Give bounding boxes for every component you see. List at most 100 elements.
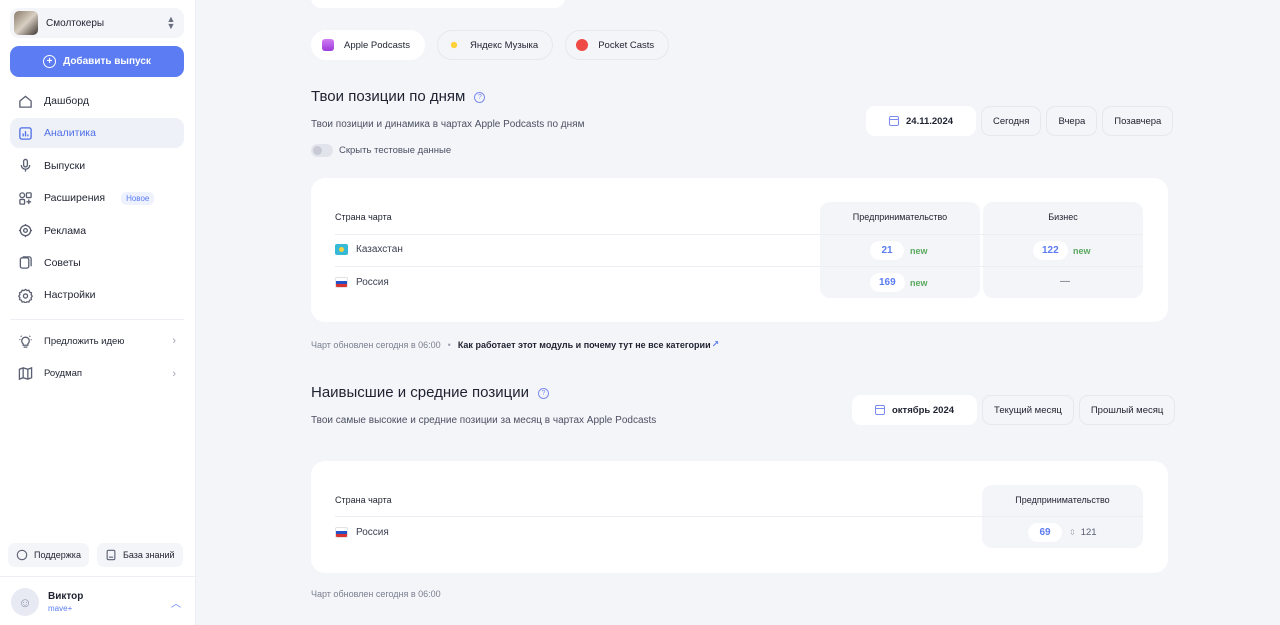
new-badge: Новое — [121, 191, 155, 205]
monthly-date-controls: октябрь 2024 Текущий месяц Прошлый месяц — [852, 395, 1176, 425]
tab-yandex-music[interactable]: Яндекс Музыка — [437, 30, 554, 60]
user-name: Виктор — [48, 591, 84, 602]
avatar: ☺ — [11, 588, 39, 616]
entrepreneurship-header: Предпринимательство — [852, 212, 948, 222]
previous-month-button[interactable]: Прошлый месяц — [1078, 395, 1176, 425]
average-icon: ⇳ — [1069, 528, 1076, 537]
country-name: Россия — [356, 277, 389, 288]
hide-test-data-toggle[interactable] — [311, 144, 333, 157]
today-button[interactable]: Сегодня — [981, 106, 1042, 136]
lightbulb-icon — [18, 334, 33, 349]
country-header: Страна чарта — [335, 212, 392, 222]
table-row-country: Россия — [335, 277, 389, 288]
home-icon — [18, 94, 33, 109]
target-icon — [18, 223, 33, 238]
daily-positions-subtitle: Твои позиции и динамика в чартах Apple P… — [311, 119, 585, 130]
user-menu[interactable]: ☺ Виктор mave+ — [11, 588, 83, 616]
sidebar-item-ads[interactable]: Реклама — [10, 216, 184, 246]
microphone-icon — [18, 158, 33, 173]
updated-text: Чарт обновлен сегодня в 06:00 — [311, 589, 441, 599]
sidebar-item-episodes[interactable]: Выпуски — [10, 151, 184, 181]
empty-value: — — [1060, 276, 1070, 287]
yesterday-button[interactable]: Вчера — [1046, 106, 1098, 136]
average-value: 121 — [1080, 527, 1097, 538]
position-value: 169 — [870, 273, 905, 292]
sidebar-item-suggest-idea[interactable]: Предложить идею › — [10, 326, 184, 356]
knowledge-base-label: База знаний — [122, 550, 175, 560]
monthly-title-text: Наивысшие и средние позиции — [311, 384, 529, 401]
separator-dot: • — [447, 339, 451, 350]
sidebar: Смолтокеры ▲ ▼ + Добавить выпуск Дашборд … — [0, 0, 196, 625]
support-label: Поддержка — [34, 550, 81, 560]
new-tag: new — [910, 278, 928, 288]
day-before-yesterday-button[interactable]: Позавчера — [1102, 106, 1174, 136]
updated-text: Чарт обновлен сегодня в 06:00 — [311, 339, 441, 350]
daily-date-controls: 24.11.2024 Сегодня Вчера Позавчера — [866, 106, 1174, 136]
top-card-remnant — [311, 0, 565, 8]
chevron-up-icon[interactable]: ︿ — [171, 595, 181, 610]
current-month-button[interactable]: Текущий месяц — [982, 395, 1074, 425]
month-label: октябрь 2024 — [892, 404, 955, 416]
knowledge-base-button[interactable]: База знаний — [96, 543, 183, 567]
flag-russia-icon — [335, 527, 348, 538]
sidebar-item-label: Настройки — [44, 289, 96, 302]
sidebar-item-label: Расширения — [44, 192, 106, 205]
toggle-label: Скрыть тестовые данные — [339, 145, 452, 156]
month-picker-button[interactable]: октябрь 2024 — [852, 395, 978, 425]
hide-test-data-toggle-row: Скрыть тестовые данные — [311, 144, 451, 157]
support-button[interactable]: Поддержка — [8, 543, 89, 567]
position-value: 21 — [870, 241, 904, 260]
row-divider — [335, 516, 1143, 517]
monthly-positions-title: Наивысшие и средние позиции? — [311, 384, 549, 401]
add-episode-button[interactable]: + Добавить выпуск — [10, 46, 184, 77]
apple-podcasts-icon — [322, 39, 334, 51]
chevron-right-icon: › — [172, 367, 176, 380]
help-icon[interactable]: ? — [474, 92, 486, 103]
user-org: mave+ — [48, 604, 73, 613]
extensions-icon — [18, 191, 33, 206]
platform-label: Яндекс Музыка — [470, 39, 539, 51]
podcast-selector[interactable]: Смолтокеры ▲ ▼ — [10, 8, 184, 38]
book-icon — [106, 549, 116, 561]
sidebar-item-roadmap[interactable]: Роудмап › — [10, 359, 184, 389]
flag-russia-icon — [335, 277, 348, 288]
chevron-updown-icon: ▲ ▼ — [166, 14, 176, 31]
platform-label: Pocket Casts — [598, 39, 655, 51]
country-header: Страна чарта — [335, 495, 392, 505]
sidebar-item-analytics[interactable]: Аналитика — [10, 118, 184, 149]
business-header: Бизнес — [1048, 212, 1078, 222]
sidebar-item-label: Роудмап — [44, 368, 83, 379]
sidebar-item-dashboard[interactable]: Дашборд — [10, 86, 184, 116]
country-name: Казахстан — [356, 244, 403, 255]
platform-label: Apple Podcasts — [344, 39, 411, 51]
podcast-cover-image — [14, 11, 38, 35]
help-icon[interactable]: ? — [537, 388, 549, 399]
daily-positions-card: Страна чарта Предпринимательство Бизнес … — [311, 178, 1168, 322]
new-tag: new — [910, 246, 928, 256]
calendar-icon — [875, 405, 885, 415]
monthly-positions-subtitle: Твои самые высокие и средние позиции за … — [311, 415, 657, 426]
main-content: Apple Podcasts Яндекс Музыка Pocket Cast… — [196, 0, 1280, 625]
sidebar-item-label: Дашборд — [44, 95, 89, 107]
row-divider — [335, 234, 1143, 235]
average-position: ⇳ 121 — [1069, 527, 1097, 538]
tab-pocket-casts[interactable]: Pocket Casts — [565, 30, 670, 60]
sidebar-item-label: Реклама — [44, 224, 87, 237]
sidebar-item-tips[interactable]: Советы — [10, 248, 184, 278]
country-name: Россия — [356, 527, 389, 538]
date-picker-button[interactable]: 24.11.2024 — [866, 106, 977, 136]
add-episode-label: Добавить выпуск — [63, 56, 151, 67]
external-link-icon[interactable]: ↗ — [712, 339, 720, 350]
sidebar-item-label: Выпуски — [44, 159, 86, 172]
platform-tabs: Apple Podcasts Яндекс Музыка Pocket Cast… — [311, 30, 670, 60]
tab-apple-podcasts[interactable]: Apple Podcasts — [311, 30, 426, 60]
help-links: Поддержка База знаний — [8, 543, 183, 567]
table-row-country: Россия — [335, 527, 389, 538]
flag-kazakhstan-icon — [335, 244, 348, 255]
monthly-footer: Чарт обновлен сегодня в 06:00 — [311, 589, 441, 599]
chart-icon — [18, 126, 33, 141]
how-it-works-link[interactable]: Как работает этот модуль и почему тут не… — [458, 340, 711, 350]
sidebar-item-settings[interactable]: Настройки — [10, 280, 184, 310]
sidebar-item-label: Советы — [44, 256, 81, 269]
sidebar-item-extensions[interactable]: Расширения Новое — [10, 183, 184, 213]
